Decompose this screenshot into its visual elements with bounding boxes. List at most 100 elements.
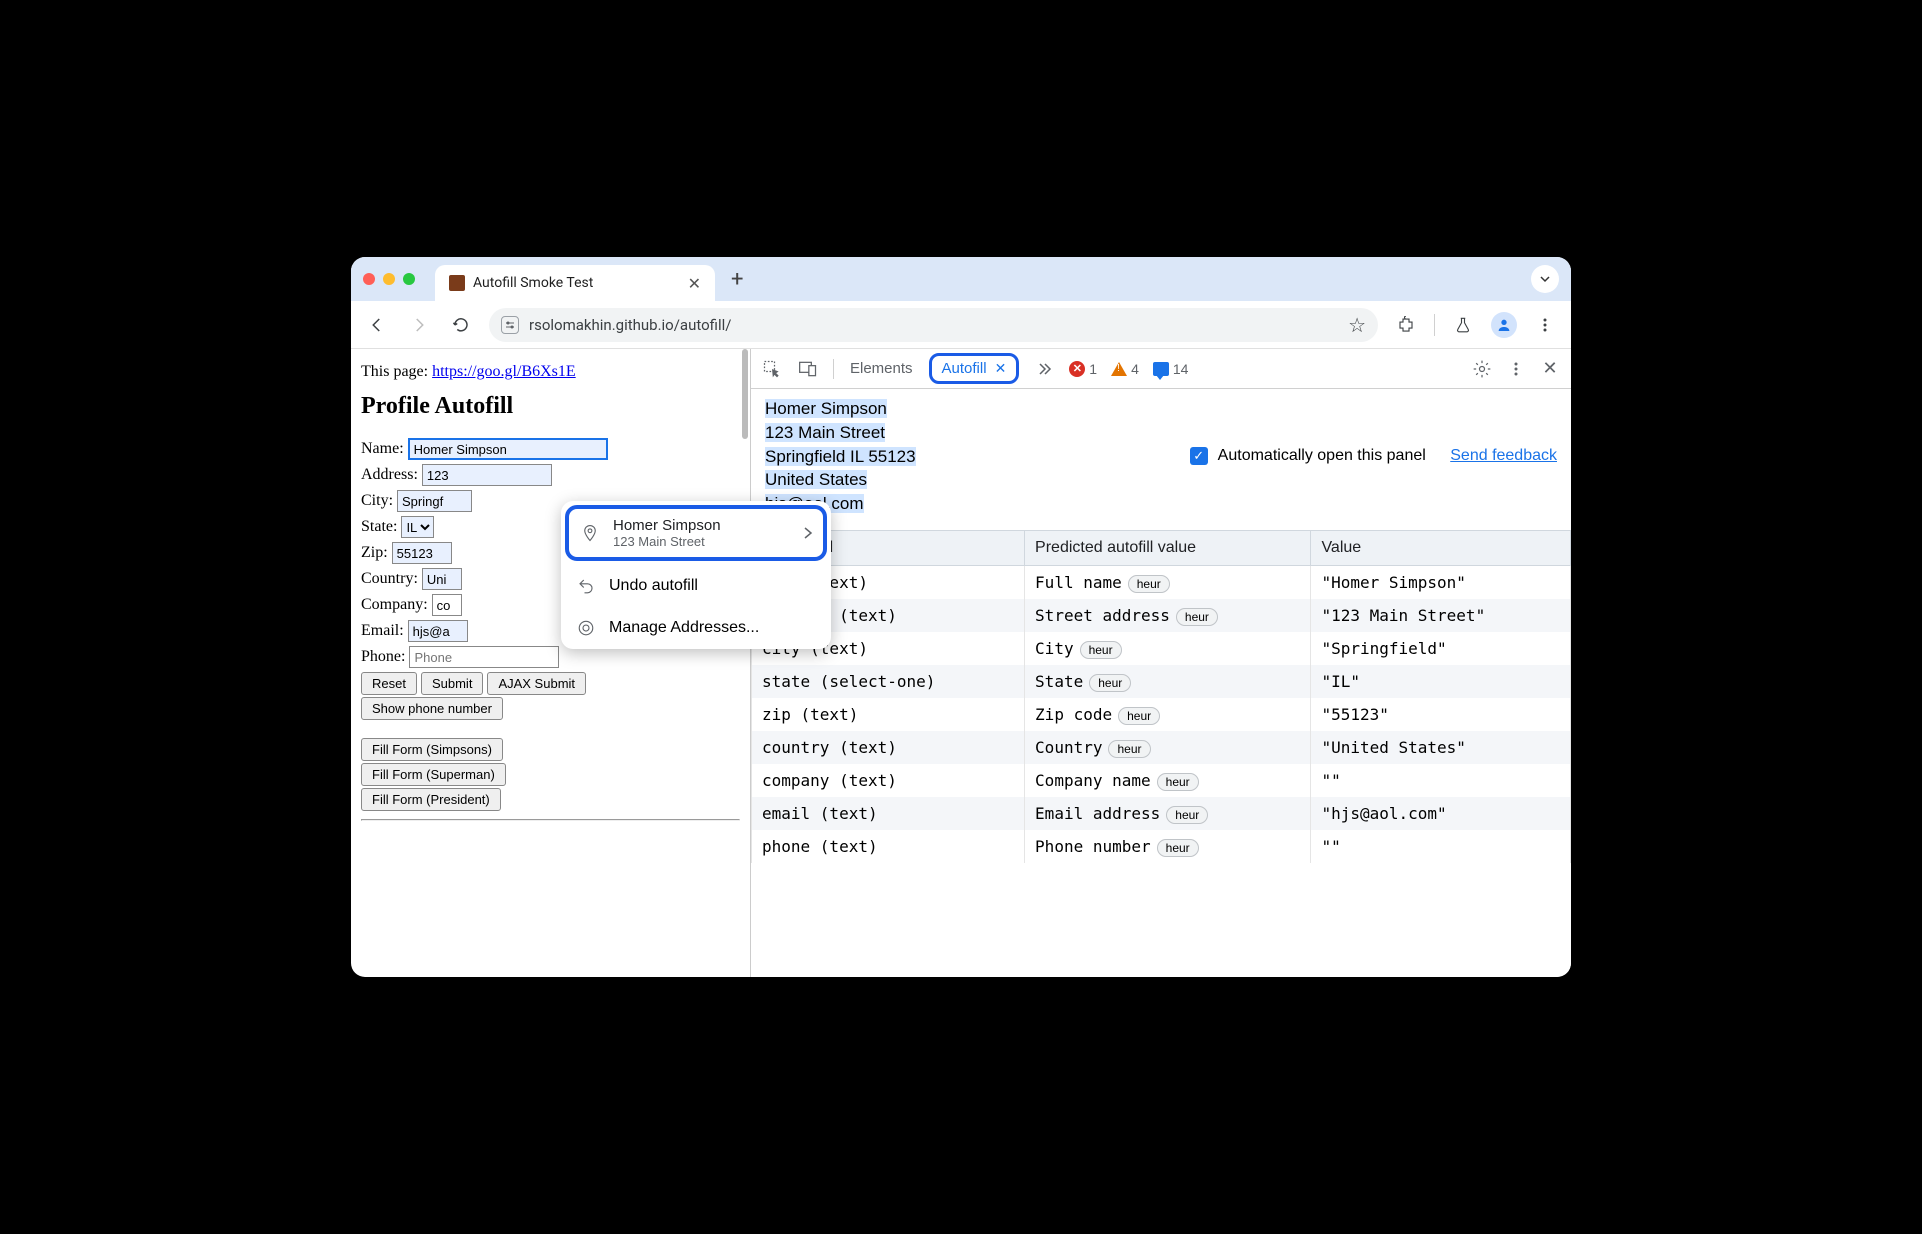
cell-value: "123 Main Street" xyxy=(1311,599,1571,632)
manage-addresses-item[interactable]: Manage Addresses... xyxy=(561,607,831,649)
close-window-button[interactable] xyxy=(363,273,375,285)
cell-field: company (text) xyxy=(752,764,1025,797)
menu-button[interactable] xyxy=(1531,311,1559,339)
back-button[interactable] xyxy=(363,311,391,339)
page-heading: Profile Autofill xyxy=(361,393,740,420)
location-icon xyxy=(579,522,601,544)
country-input[interactable] xyxy=(422,568,462,590)
tab-search-button[interactable] xyxy=(1531,265,1559,293)
table-row: name (text)Full nameheur"Homer Simpson" xyxy=(752,565,1571,599)
undo-icon xyxy=(575,577,597,595)
profile-button[interactable] xyxy=(1491,312,1517,338)
webpage: This page: https://goo.gl/B6Xs1E Profile… xyxy=(351,349,751,977)
city-input[interactable] xyxy=(397,490,472,512)
info-count[interactable]: 14 xyxy=(1153,361,1189,377)
close-panel-icon[interactable]: ✕ xyxy=(995,360,1007,377)
page-scrollbar[interactable] xyxy=(740,349,750,977)
table-row: company (text)Company nameheur"" xyxy=(752,764,1571,797)
name-input[interactable] xyxy=(408,438,608,460)
minimize-window-button[interactable] xyxy=(383,273,395,285)
name-label: Name: xyxy=(361,440,404,458)
heur-pill: heur xyxy=(1118,707,1160,725)
address-bar[interactable]: rsolomakhin.github.io/autofill/ ☆ xyxy=(489,308,1378,342)
send-feedback-link[interactable]: Send feedback xyxy=(1450,447,1557,465)
favicon xyxy=(449,275,465,291)
autofill-suggestion[interactable]: Homer Simpson 123 Main Street xyxy=(565,505,827,561)
content-area: This page: https://goo.gl/B6Xs1E Profile… xyxy=(351,349,1571,977)
site-settings-icon[interactable] xyxy=(501,316,519,334)
ajax-submit-button[interactable]: AJAX Submit xyxy=(487,672,586,695)
tab-bar: Autofill Smoke Test ✕ + xyxy=(351,257,1571,301)
cell-field: email (text) xyxy=(752,797,1025,830)
page-short-link[interactable]: https://goo.gl/B6Xs1E xyxy=(432,363,576,380)
cell-predicted: Full nameheur xyxy=(1025,565,1311,599)
settings-icon[interactable] xyxy=(1471,359,1493,379)
auto-open-checkbox[interactable]: ✓ xyxy=(1190,447,1208,465)
error-count[interactable]: ✕ 1 xyxy=(1069,361,1097,377)
new-tab-button[interactable]: + xyxy=(731,267,743,292)
fill-superman-button[interactable]: Fill Form (Superman) xyxy=(361,763,506,786)
city-label: City: xyxy=(361,492,393,510)
this-page-label: This page: xyxy=(361,363,432,380)
devtools-menu-icon[interactable] xyxy=(1505,361,1527,377)
company-input[interactable] xyxy=(432,594,462,616)
manage-label: Manage Addresses... xyxy=(609,619,759,637)
tab-title: Autofill Smoke Test xyxy=(473,275,680,291)
table-row: phone (text)Phone numberheur"" xyxy=(752,830,1571,863)
forward-button[interactable] xyxy=(405,311,433,339)
cell-value: "Springfield" xyxy=(1311,632,1571,665)
autofill-tab[interactable]: Autofill ✕ xyxy=(929,353,1020,384)
browser-tab[interactable]: Autofill Smoke Test ✕ xyxy=(435,265,715,301)
address-input[interactable] xyxy=(422,464,552,486)
fill-simpsons-button[interactable]: Fill Form (Simpsons) xyxy=(361,738,503,761)
devtools-tabbar: Elements Autofill ✕ ✕ 1 4 xyxy=(751,349,1571,389)
cell-predicted: Phone numberheur xyxy=(1025,830,1311,863)
phone-input[interactable] xyxy=(409,646,559,668)
url-text: rsolomakhin.github.io/autofill/ xyxy=(529,316,731,334)
fill-president-button[interactable]: Fill Form (President) xyxy=(361,788,501,811)
bookmark-icon[interactable]: ☆ xyxy=(1348,313,1366,337)
reset-button[interactable]: Reset xyxy=(361,672,417,695)
cell-predicted: Countryheur xyxy=(1025,731,1311,764)
popup-subtitle: 123 Main Street xyxy=(613,534,791,549)
separator xyxy=(833,359,834,379)
labs-button[interactable] xyxy=(1449,311,1477,339)
zip-input[interactable] xyxy=(392,542,452,564)
extensions-button[interactable] xyxy=(1392,311,1420,339)
email-input[interactable] xyxy=(408,620,468,642)
close-devtools-icon[interactable]: ✕ xyxy=(1539,358,1561,379)
heur-pill: heur xyxy=(1176,608,1218,626)
devtools-panel: Elements Autofill ✕ ✕ 1 4 xyxy=(751,349,1571,977)
elements-tab[interactable]: Elements xyxy=(848,356,915,381)
cell-predicted: Stateheur xyxy=(1025,665,1311,698)
maximize-window-button[interactable] xyxy=(403,273,415,285)
zip-label: Zip: xyxy=(361,544,388,562)
submit-button[interactable]: Submit xyxy=(421,672,483,695)
cell-predicted: Street addressheur xyxy=(1025,599,1311,632)
undo-autofill-item[interactable]: Undo autofill xyxy=(561,565,831,607)
heur-pill: heur xyxy=(1166,806,1208,824)
reload-icon xyxy=(452,316,470,334)
cell-value: "" xyxy=(1311,830,1571,863)
popup-title: Homer Simpson xyxy=(613,517,791,534)
reload-button[interactable] xyxy=(447,311,475,339)
country-label: Country: xyxy=(361,570,418,588)
address-label: Address: xyxy=(361,466,418,484)
inspect-icon[interactable] xyxy=(761,359,783,379)
cell-field: country (text) xyxy=(752,731,1025,764)
state-select[interactable]: IL xyxy=(401,516,434,538)
more-tabs-icon[interactable] xyxy=(1033,361,1055,377)
cell-predicted: Email addressheur xyxy=(1025,797,1311,830)
close-tab-icon[interactable]: ✕ xyxy=(688,274,701,293)
chrome-icon xyxy=(575,619,597,637)
cell-value: "" xyxy=(1311,764,1571,797)
show-phone-button[interactable]: Show phone number xyxy=(361,697,503,720)
cell-value: "IL" xyxy=(1311,665,1571,698)
heur-pill: heur xyxy=(1157,773,1199,791)
autofill-table: Form field Predicted autofill value Valu… xyxy=(751,530,1571,863)
device-toggle-icon[interactable] xyxy=(797,359,819,379)
cell-predicted: Cityheur xyxy=(1025,632,1311,665)
warning-count[interactable]: 4 xyxy=(1111,361,1139,377)
message-icon xyxy=(1153,362,1169,376)
undo-label: Undo autofill xyxy=(609,577,698,595)
